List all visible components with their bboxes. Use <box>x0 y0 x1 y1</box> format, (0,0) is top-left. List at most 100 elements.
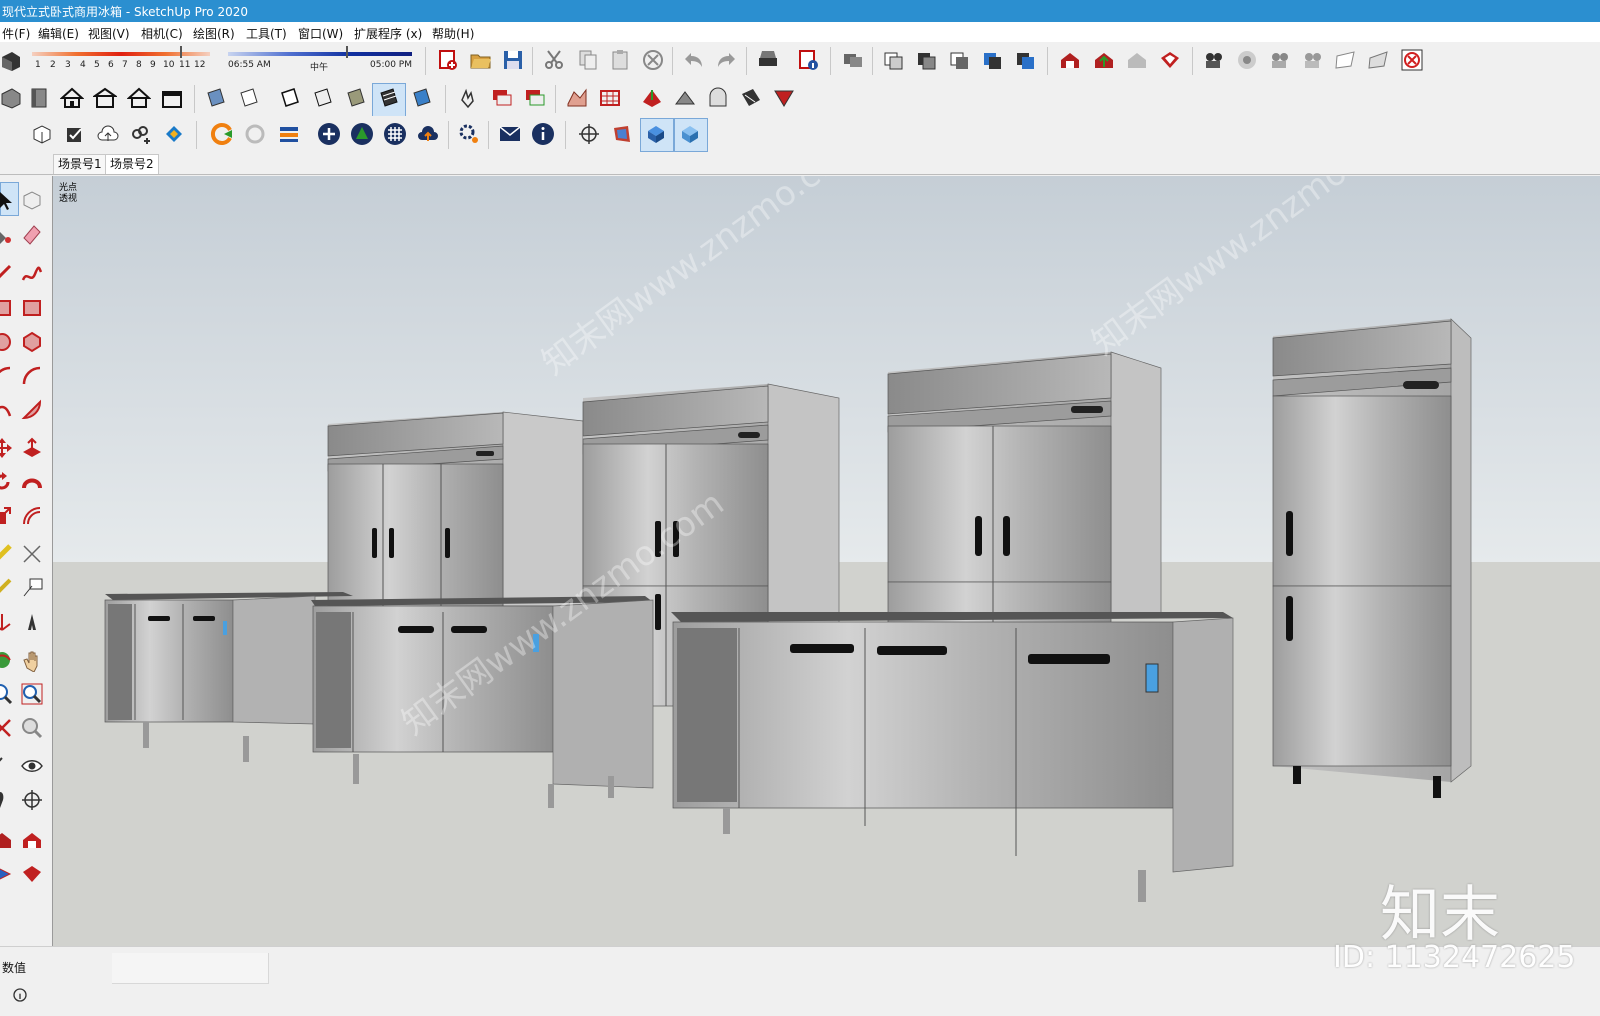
roof-house-icon[interactable] <box>160 86 184 110</box>
warehouse-icon[interactable] <box>1058 48 1082 72</box>
stack-green-icon[interactable] <box>523 86 547 110</box>
menu-tools[interactable]: 工具(T) <box>246 25 287 42</box>
sandbox-contours-icon[interactable] <box>565 86 589 110</box>
about-info-icon[interactable] <box>531 122 555 146</box>
move-icon[interactable] <box>0 436 14 460</box>
share-model-icon[interactable] <box>1125 48 1149 72</box>
menu-edit[interactable]: 编辑(E) <box>38 25 79 42</box>
cloud-upload-icon[interactable] <box>96 122 120 146</box>
monochrome-icon[interactable] <box>377 86 401 110</box>
zoom-window-icon[interactable] <box>20 682 44 706</box>
feedback-mail-icon[interactable] <box>498 122 522 146</box>
wireframe-icon[interactable] <box>237 86 261 110</box>
erase-icon[interactable] <box>641 48 665 72</box>
book-icon[interactable] <box>28 86 52 110</box>
freehand-icon[interactable] <box>20 262 44 286</box>
right-view-icon[interactable] <box>981 48 1005 72</box>
open-folder-icon[interactable] <box>469 48 493 72</box>
scene-tab-2[interactable]: 场景号2 <box>105 154 159 174</box>
house-outline-icon[interactable] <box>127 86 151 110</box>
extension-warehouse-icon[interactable] <box>1158 48 1182 72</box>
movie-camera-icon[interactable] <box>1268 48 1292 72</box>
shadow-month-slider[interactable]: 1 2 3 4 5 6 7 8 9 10 11 12 <box>30 46 210 74</box>
sandbox-drape-icon[interactable] <box>706 86 730 110</box>
hand-tool-icon[interactable] <box>456 86 480 110</box>
sun-shade-icon[interactable] <box>610 122 634 146</box>
close-section-icon[interactable] <box>1400 48 1424 72</box>
send-to-layout-icon[interactable] <box>0 862 14 886</box>
menu-help[interactable]: 帮助(H) <box>432 25 474 42</box>
shaded-icon[interactable] <box>311 86 335 110</box>
trimble-connect-icon[interactable] <box>162 122 186 146</box>
camera-gray-icon[interactable] <box>1235 48 1259 72</box>
scene-tab-1[interactable]: 场景号1 <box>53 154 107 174</box>
shadows-toggle-icon[interactable] <box>644 122 668 146</box>
sandbox-smoove-icon[interactable] <box>640 86 664 110</box>
iso-view-icon[interactable] <box>882 48 906 72</box>
push-pull-icon[interactable] <box>20 436 44 460</box>
circle-icon[interactable] <box>0 330 14 354</box>
textured-icon[interactable] <box>410 86 434 110</box>
menu-draw[interactable]: 绘图(R) <box>193 25 235 42</box>
enscape-start-icon[interactable] <box>210 122 234 146</box>
rotated-rectangle-icon[interactable] <box>20 296 44 320</box>
model-viewport[interactable]: 知末网www.znzmo.com 知末网www.znzmo.com 知末网www… <box>53 176 1600 946</box>
add-circle-icon[interactable] <box>317 122 341 146</box>
material-checker-icon[interactable] <box>383 122 407 146</box>
menu-file[interactable]: 件(F) <box>2 25 30 42</box>
menu-view[interactable]: 视图(V) <box>88 25 130 42</box>
save-icon[interactable] <box>501 48 525 72</box>
offset-icon[interactable] <box>20 504 44 528</box>
pie-icon[interactable] <box>20 398 44 422</box>
two-point-arc-icon[interactable] <box>20 364 44 388</box>
box-icon[interactable] <box>0 86 24 110</box>
hidden-line-icon[interactable] <box>278 86 302 110</box>
check-box-icon[interactable] <box>63 122 87 146</box>
menu-window[interactable]: 窗口(W) <box>298 25 343 42</box>
measurements-input[interactable] <box>112 953 269 984</box>
make-component-icon[interactable] <box>20 188 44 212</box>
zoom-icon[interactable] <box>0 682 14 706</box>
zoom-extents-icon[interactable] <box>0 716 14 740</box>
section-crosshair-icon[interactable] <box>20 788 44 812</box>
3d-warehouse-left-icon[interactable] <box>20 828 44 852</box>
stack-layers-icon[interactable] <box>490 86 514 110</box>
geo-location-icon[interactable] <box>30 122 54 146</box>
select-arrow-icon[interactable] <box>0 188 16 212</box>
protractor-icon[interactable] <box>0 576 14 600</box>
dimension-icon[interactable] <box>20 542 44 566</box>
info-circle-icon[interactable] <box>12 987 28 1003</box>
back-view-icon[interactable] <box>1014 48 1038 72</box>
film-camera-icon[interactable] <box>1301 48 1325 72</box>
paint-bucket-icon[interactable] <box>0 222 14 246</box>
top-view-icon[interactable] <box>915 48 939 72</box>
rectangle-icon[interactable] <box>0 296 14 320</box>
redo-icon[interactable] <box>714 48 738 72</box>
enscape-views-icon[interactable] <box>277 122 301 146</box>
polygon-icon[interactable] <box>20 330 44 354</box>
warehouse-left-icon[interactable] <box>0 828 14 852</box>
3d-text-icon[interactable] <box>20 610 44 634</box>
line-pencil-icon[interactable] <box>0 262 14 286</box>
sandbox-detail-icon[interactable] <box>739 86 763 110</box>
xray-icon[interactable] <box>204 86 228 110</box>
sandbox-flip-icon[interactable] <box>772 86 796 110</box>
copy-icon[interactable] <box>576 48 600 72</box>
text-label-icon[interactable] <box>20 576 44 600</box>
eraser-icon[interactable] <box>20 222 44 246</box>
camera-icon[interactable] <box>1202 48 1226 72</box>
extension-ruby-icon[interactable] <box>20 862 44 886</box>
layer-icon[interactable] <box>841 48 865 72</box>
shaded-texture-icon[interactable] <box>344 86 368 110</box>
link-add-icon[interactable] <box>129 122 153 146</box>
new-file-icon[interactable] <box>436 48 460 72</box>
menu-extensions[interactable]: 扩展程序 (x) <box>354 25 422 42</box>
menu-camera[interactable]: 相机(C) <box>141 25 183 42</box>
settings-gear-icon[interactable] <box>457 122 481 146</box>
asset-library-icon[interactable] <box>350 122 374 146</box>
cloud-upload-dark-icon[interactable] <box>416 122 440 146</box>
axes-crosshair-icon[interactable] <box>577 122 601 146</box>
front-view-icon[interactable] <box>948 48 972 72</box>
section-plane-icon[interactable] <box>1334 48 1358 72</box>
previous-view-icon[interactable] <box>20 716 44 740</box>
